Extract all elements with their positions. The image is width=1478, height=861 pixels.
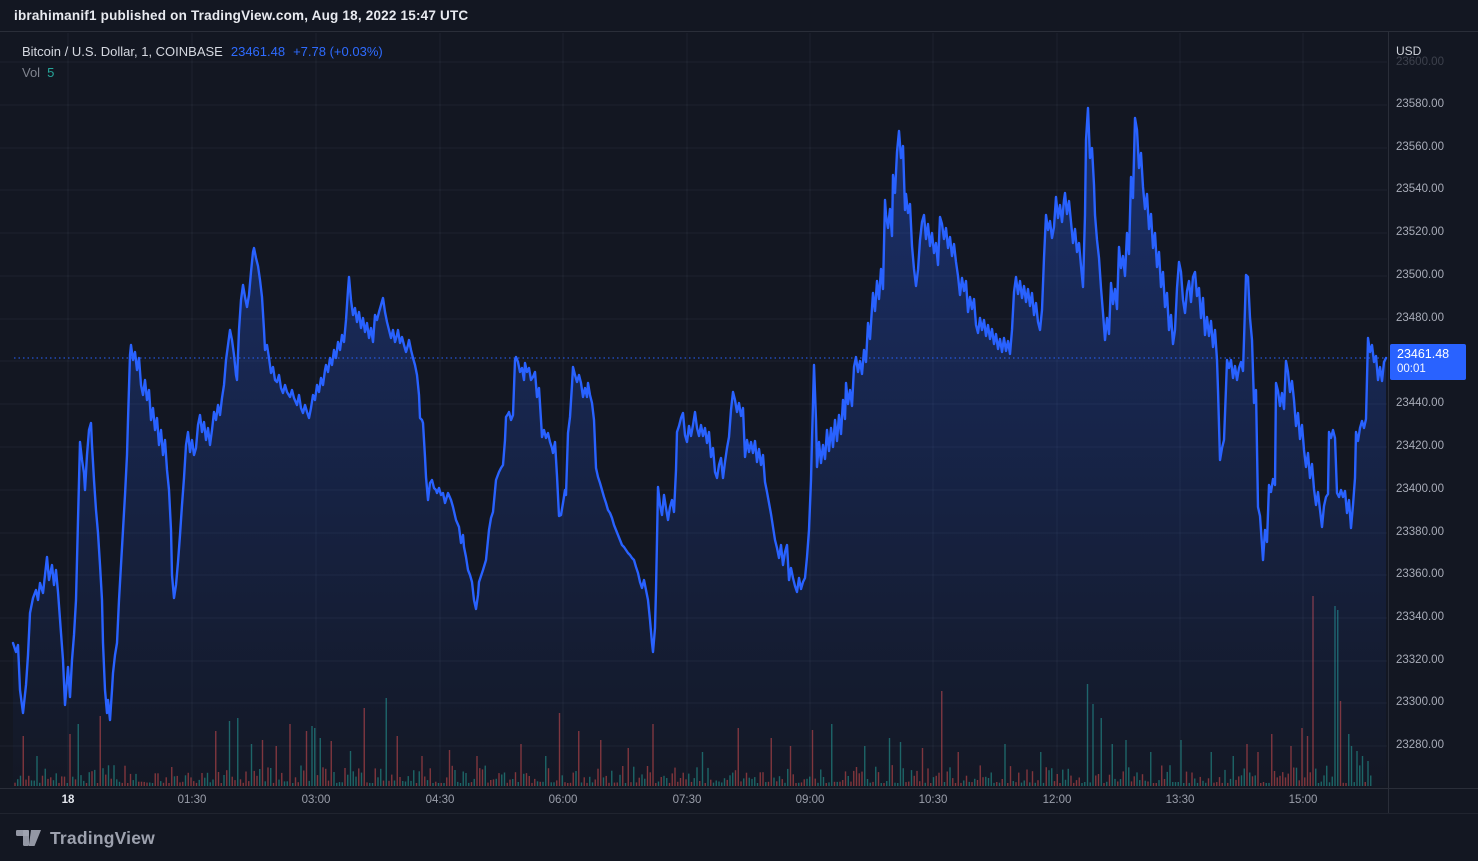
- price-tick-label: 23340.00: [1396, 611, 1444, 623]
- time-tick-label: 03:00: [302, 794, 331, 806]
- price-tick-label: 23420.00: [1396, 440, 1444, 452]
- attribution-text: ibrahimanif1 published on TradingView.co…: [14, 8, 468, 23]
- time-tick-label: 15:00: [1289, 794, 1318, 806]
- tradingview-logo-icon: [16, 826, 42, 850]
- price-tick-label: 23540.00: [1396, 183, 1444, 195]
- price-tick-label: 23500.00: [1396, 269, 1444, 281]
- time-tick-label: 12:00: [1043, 794, 1072, 806]
- volume-indicator-label[interactable]: Vol: [22, 65, 40, 80]
- price-tick-label: 23520.00: [1396, 226, 1444, 238]
- time-tick-label: 04:30: [426, 794, 455, 806]
- current-price-badge: 23461.48 00:01: [1390, 344, 1466, 380]
- tradingview-watermark[interactable]: TradingView: [16, 826, 155, 850]
- attribution-bar: ibrahimanif1 published on TradingView.co…: [0, 0, 1478, 32]
- price-tick-label: 23560.00: [1396, 141, 1444, 153]
- time-tick-label: 09:00: [796, 794, 825, 806]
- time-tick-label: 01:30: [178, 794, 207, 806]
- time-tick-label: 06:00: [549, 794, 578, 806]
- price-change-value: +7.78 (+0.03%): [293, 44, 383, 59]
- time-tick-label: 07:30: [673, 794, 702, 806]
- price-tick-label: 23580.00: [1396, 98, 1444, 110]
- bar-countdown: 00:01: [1397, 362, 1466, 377]
- tradingview-snapshot: ibrahimanif1 published on TradingView.co…: [0, 0, 1478, 861]
- chart-pane[interactable]: [0, 0, 1478, 861]
- symbol-legend: Bitcoin / U.S. Dollar, 1, COINBASE 23461…: [22, 44, 383, 80]
- price-tick-label: 23280.00: [1396, 739, 1444, 751]
- tradingview-watermark-text: TradingView: [50, 828, 155, 849]
- time-tick-label: 10:30: [919, 794, 948, 806]
- time-tick-label: 18: [62, 794, 75, 806]
- price-tick-label: 23480.00: [1396, 312, 1444, 324]
- price-tick-label: 23440.00: [1396, 397, 1444, 409]
- symbol-title[interactable]: Bitcoin / U.S. Dollar, 1, COINBASE: [22, 44, 223, 59]
- time-tick-label: 13:30: [1166, 794, 1195, 806]
- price-tick-label: 23400.00: [1396, 483, 1444, 495]
- volume-indicator-value: 5: [47, 65, 54, 80]
- price-tick-label: 23380.00: [1396, 526, 1444, 538]
- price-tick-label: 23320.00: [1396, 654, 1444, 666]
- price-tick-label: 23300.00: [1396, 696, 1444, 708]
- current-price-value: 23461.48: [1397, 347, 1466, 362]
- price-tick-label: 23360.00: [1396, 568, 1444, 580]
- last-price-value: 23461.48: [231, 44, 285, 59]
- price-axis-faded-label: 23600.00: [1396, 56, 1444, 68]
